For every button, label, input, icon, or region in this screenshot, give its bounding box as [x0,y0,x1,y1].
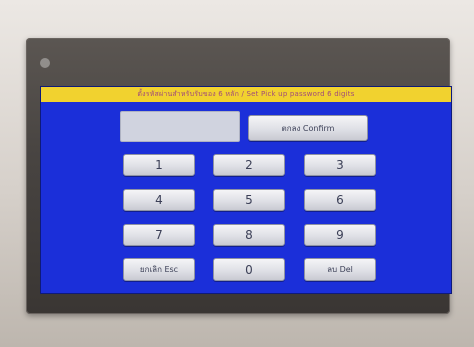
key-4-button[interactable]: 4 [123,189,195,211]
key-1-button[interactable]: 1 [123,154,195,176]
key-3-button[interactable]: 3 [304,154,376,176]
esc-button[interactable]: ยกเลิก Esc [123,258,195,281]
key-5-button[interactable]: 5 [213,189,285,211]
confirm-button[interactable]: ตกลง Confirm [248,115,368,141]
instruction-banner: ตั้งรหัสผ่านสำหรับรับของ 6 หลัก / Set Pi… [41,87,451,102]
password-field[interactable] [120,111,240,142]
del-button[interactable]: ลบ Del [304,258,376,281]
key-7-button[interactable]: 7 [123,224,195,246]
camera-dot [40,58,50,68]
key-0-button[interactable]: 0 [213,258,285,281]
key-9-button[interactable]: 9 [304,224,376,246]
key-8-button[interactable]: 8 [213,224,285,246]
key-2-button[interactable]: 2 [213,154,285,176]
key-6-button[interactable]: 6 [304,189,376,211]
touchscreen: ตั้งรหัสผ่านสำหรับรับของ 6 หลัก / Set Pi… [40,86,452,294]
